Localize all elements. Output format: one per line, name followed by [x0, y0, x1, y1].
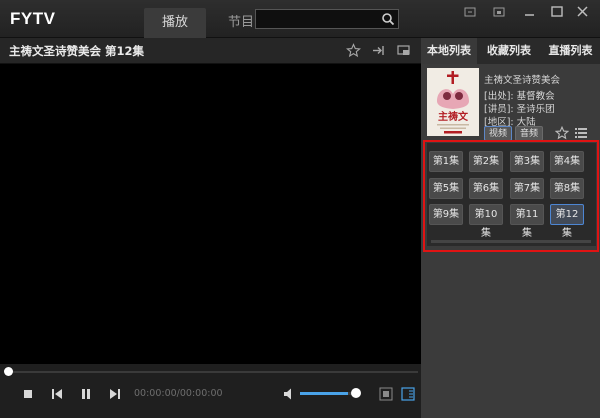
video-button[interactable]: 视频: [484, 126, 513, 141]
mini-mode-button[interactable]: [460, 4, 480, 20]
audio-button[interactable]: 音频: [515, 126, 544, 141]
next-icon[interactable]: [107, 386, 123, 402]
minimize-icon: [525, 14, 534, 16]
minimize-button[interactable]: [520, 4, 540, 20]
progress-bar[interactable]: [8, 371, 418, 373]
close-button[interactable]: [573, 4, 593, 20]
control-bar: 00:00:00/00:00:00: [0, 364, 421, 418]
tab-play[interactable]: 播放: [144, 8, 206, 38]
favorite-star-icon[interactable]: [555, 126, 569, 140]
volume-slider[interactable]: [300, 392, 356, 395]
star-icon[interactable]: [346, 43, 361, 58]
episode-button-active[interactable]: 第12集: [550, 204, 584, 239]
app-logo: FYTV: [10, 9, 56, 28]
episode-button[interactable]: 第5集: [429, 178, 463, 199]
progress-knob[interactable]: [4, 367, 13, 376]
program-source: [出处]: 基督教会: [484, 91, 555, 102]
tab-local-list[interactable]: 本地列表: [421, 38, 477, 64]
time-display: 00:00:00/00:00:00: [134, 388, 223, 399]
program-poster[interactable]: 主祷文: [427, 68, 479, 136]
playlist-icon[interactable]: [400, 386, 416, 402]
program-info: 主祷文 主祷文圣诗赞美会 [出处]: 基督教会 [讲员]: 圣诗乐团 [地区]:…: [427, 68, 597, 141]
episode-button[interactable]: 第3集: [510, 151, 544, 172]
maximize-icon: [551, 6, 563, 17]
video-title: 主祷文圣诗赞美会 第12集: [9, 44, 145, 58]
tab-favorites-list[interactable]: 收藏列表: [479, 38, 539, 64]
skin-button[interactable]: [489, 4, 509, 20]
video-title-bar: 主祷文圣诗赞美会 第12集: [0, 38, 421, 64]
episode-button[interactable]: 第4集: [550, 151, 584, 172]
close-icon: [577, 6, 588, 17]
program-title: 主祷文圣诗赞美会: [484, 75, 561, 86]
volume-level: [300, 392, 348, 395]
volume-icon[interactable]: [282, 386, 298, 402]
episode-button[interactable]: 第11集: [510, 204, 544, 239]
svg-text:主祷文: 主祷文: [438, 110, 469, 123]
skin-icon: [493, 7, 505, 17]
search-input[interactable]: [259, 11, 377, 27]
episode-scrollbar[interactable]: [431, 240, 591, 243]
program-speaker: [讲员]: 圣诗乐团: [484, 104, 555, 115]
episode-button[interactable]: 第10集: [469, 204, 503, 239]
maximize-button[interactable]: [547, 4, 567, 20]
stop-icon[interactable]: [20, 386, 36, 402]
panel-tabs: 本地列表 收藏列表 直播列表: [421, 38, 600, 64]
pin-icon[interactable]: [371, 43, 386, 58]
search-box: [255, 9, 399, 29]
episode-button[interactable]: 第6集: [469, 178, 503, 199]
episode-button[interactable]: 第9集: [429, 204, 463, 225]
video-area[interactable]: [0, 64, 421, 368]
episode-button[interactable]: 第2集: [469, 151, 503, 172]
volume-knob[interactable]: [351, 388, 361, 398]
episode-button[interactable]: 第8集: [550, 178, 584, 199]
poster-art: 主祷文: [427, 68, 479, 136]
screen-icon[interactable]: [396, 43, 411, 58]
episode-button[interactable]: 第1集: [429, 151, 463, 172]
list-icon[interactable]: [574, 126, 588, 140]
prev-icon[interactable]: [49, 386, 65, 402]
fullscreen-icon[interactable]: [378, 386, 394, 402]
episode-button[interactable]: 第7集: [510, 178, 544, 199]
mini-mode-icon: [464, 7, 476, 17]
search-icon[interactable]: [381, 12, 395, 26]
tab-live-list[interactable]: 直播列表: [541, 38, 600, 64]
title-bar: FYTV 播放 节目: [0, 0, 600, 38]
pause-icon[interactable]: [78, 386, 94, 402]
